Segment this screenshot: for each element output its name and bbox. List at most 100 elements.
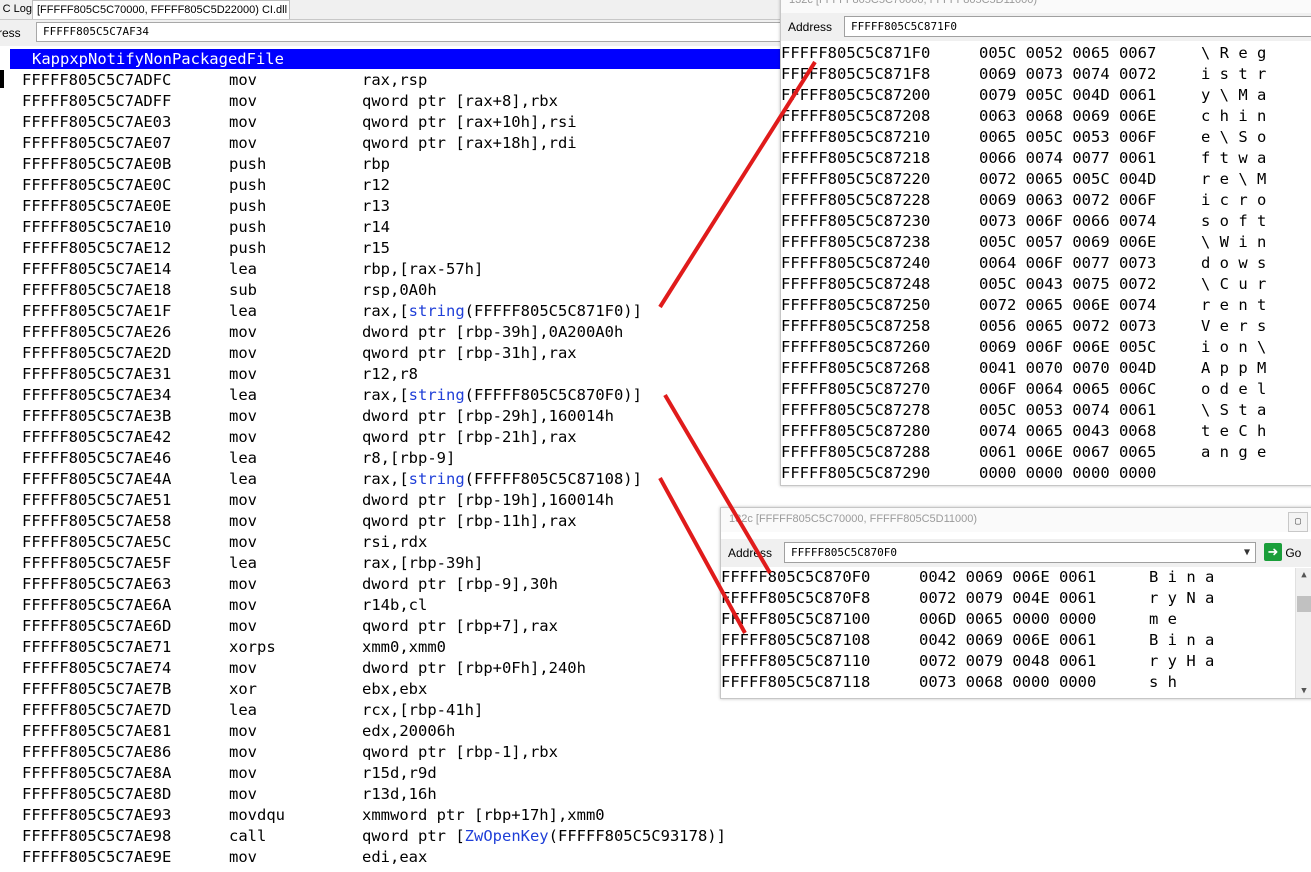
memory-hex-words: 0079 005C 004D 0061 — [979, 86, 1157, 104]
tab-ci-dll[interactable]: [FFFFF805C5C70000, FFFFF805C5D22000) CI.… — [32, 0, 290, 19]
memory-hex-words: 0072 0065 006E 0074 — [979, 296, 1157, 314]
operand-text: rax,[ — [362, 386, 409, 404]
instruction-mnemonic: mov — [229, 134, 257, 152]
memory-address: FFFFF805C5C87248 — [781, 275, 931, 293]
operand-text: dword ptr [rbp-19h],160014h — [362, 491, 614, 509]
operand-text: rbp,[rax-57h] — [362, 260, 484, 278]
memory-address: FFFFF805C5C87210 — [781, 128, 931, 146]
instruction-mnemonic: mov — [229, 71, 257, 89]
memory-hex-words: 0056 0065 0072 0073 — [979, 317, 1157, 335]
operand-text: r12 — [362, 176, 390, 194]
symbol-link[interactable]: string — [409, 470, 465, 488]
instruction-mnemonic: mov — [229, 743, 257, 761]
operand-text: dword ptr [rbp+0Fh],240h — [362, 659, 586, 677]
current-line-marker — [0, 70, 4, 88]
memory-ascii: f t w a — [1201, 149, 1267, 167]
instruction-operands: dword ptr [rbp-39h],0A200A0h — [362, 322, 623, 343]
scrollbar-thumb[interactable] — [1297, 596, 1311, 612]
operand-text: r15 — [362, 239, 390, 257]
instruction-operands: dword ptr [rbp-19h],160014h — [362, 490, 614, 511]
memory-hex-words: 005C 0057 0069 006E — [979, 233, 1157, 251]
instruction-operands: qword ptr [rbp-21h],rax — [362, 427, 577, 448]
memory-hex-words: 006D 0065 0000 0000 — [919, 610, 1097, 628]
instruction-mnemonic: mov — [229, 785, 257, 803]
vertical-scrollbar[interactable]: ▲ ▼ — [1295, 568, 1311, 698]
memory-address: FFFFF805C5C87238 — [781, 233, 931, 251]
operand-text: dword ptr [rbp-29h],160014h — [362, 407, 614, 425]
instruction-operands: r14 — [362, 217, 390, 238]
memory-hex-words: 0061 006E 0067 0065 — [979, 443, 1157, 461]
go-button[interactable]: ➜ Go — [1264, 543, 1301, 563]
memory-address-input[interactable]: FFFFF805C5C871F0 ▼ — [844, 16, 1311, 37]
instruction-operands: dword ptr [rbp-9],30h — [362, 574, 558, 595]
instruction-mnemonic: sub — [229, 281, 257, 299]
scroll-up-icon[interactable]: ▲ — [1296, 568, 1311, 582]
operand-text: dword ptr [rbp-39h],0A200A0h — [362, 323, 624, 341]
memory-address: FFFFF805C5C87260 — [781, 338, 931, 356]
memory-address: FFFFF805C5C87108 — [721, 631, 871, 649]
operand-text: qword ptr [rbp-11h],rax — [362, 512, 577, 530]
memory-address-input[interactable]: FFFFF805C5C870F0 ▼ — [784, 542, 1256, 563]
memory-ascii: a n g e — [1201, 443, 1267, 461]
scroll-down-icon[interactable]: ▼ — [1296, 684, 1311, 698]
instruction-mnemonic: mov — [229, 764, 257, 782]
instruction-address: FFFFF805C5C7AE1F — [22, 302, 172, 320]
operand-text: qword ptr [rbp+7],rax — [362, 617, 558, 635]
disassembly-view[interactable]: KappxpNotifyNonPackagedFile FFFFF805C5C7… — [0, 48, 780, 872]
go-arrow-icon: ➜ — [1264, 543, 1282, 561]
close-icon[interactable]: ▢ — [1288, 512, 1308, 532]
memory-address-value: FFFFF805C5C870F0 — [791, 546, 897, 559]
instruction-operands: ebx,ebx — [362, 679, 427, 700]
operand-text: rbp — [362, 155, 390, 173]
memory-ascii: A p p M — [1201, 359, 1267, 377]
memory-ascii: m e — [1149, 610, 1177, 628]
instruction-mnemonic: lea — [229, 449, 257, 467]
instruction-mnemonic: mov — [229, 365, 257, 383]
instruction-mnemonic: push — [229, 155, 267, 173]
address-input[interactable]: FFFFF805C5C7AF34 — [36, 22, 796, 42]
instruction-address: FFFFF805C5C7AE6D — [22, 617, 172, 635]
instruction-mnemonic: lea — [229, 302, 257, 320]
instruction-operands: qword ptr [rax+10h],rsi — [362, 112, 577, 133]
instruction-address: FFFFF805C5C7AE31 — [22, 365, 172, 383]
symbol-link[interactable]: string — [409, 302, 465, 320]
operand-suffix: (FFFFF805C5C87108)] — [464, 470, 642, 488]
instruction-operands: dword ptr [rbp-29h],160014h — [362, 406, 614, 427]
memory-hex-words: 0069 0063 0072 006F — [979, 191, 1157, 209]
instruction-address: FFFFF805C5C7AE42 — [22, 428, 172, 446]
instruction-mnemonic: mov — [229, 617, 257, 635]
symbol-link[interactable]: ZwOpenKey — [465, 827, 549, 845]
memory-window-registry[interactable]: 132c [FFFFF805C5C70000, FFFFF805C5D11000… — [780, 0, 1311, 486]
memory-window-title: 132c [FFFFF805C5C70000, FFFFF805C5D11000… — [781, 0, 1311, 13]
instruction-operands: r12,r8 — [362, 364, 418, 385]
instruction-operands: qword ptr [rax+8],rbx — [362, 91, 558, 112]
instruction-mnemonic: mov — [229, 659, 257, 677]
chevron-down-icon[interactable]: ▼ — [1307, 17, 1311, 36]
instruction-operands: r8,[rbp-9] — [362, 448, 455, 469]
instruction-mnemonic: lea — [229, 386, 257, 404]
instruction-operands: edx,20006h — [362, 721, 455, 742]
instruction-operands: rcx,[rbp-41h] — [362, 700, 483, 721]
memory-ascii: r y N a — [1149, 589, 1215, 607]
instruction-operands: qword ptr [rbp-31h],rax — [362, 343, 577, 364]
instruction-mnemonic: call — [229, 827, 267, 845]
memory-hex-words: 0042 0069 006E 0061 — [919, 568, 1097, 586]
chevron-down-icon[interactable]: ▼ — [1239, 543, 1255, 562]
instruction-mnemonic: mov — [229, 575, 257, 593]
memory-ascii: o d e l — [1201, 380, 1267, 398]
instruction-operands: qword ptr [rbp-11h],rax — [362, 511, 577, 532]
instruction-address: FFFFF805C5C7AE14 — [22, 260, 172, 278]
instruction-operands: rax,rsp — [362, 70, 427, 91]
instruction-address: FFFFF805C5C7AE7B — [22, 680, 172, 698]
operand-text: qword ptr [rax+8],rbx — [362, 92, 558, 110]
memory-address: FFFFF805C5C87110 — [721, 652, 871, 670]
symbol-link[interactable]: string — [409, 386, 465, 404]
memory-ascii: y \ M a — [1201, 86, 1267, 104]
memory-hex-words: 0073 0068 0000 0000 — [919, 673, 1097, 691]
go-label: Go — [1285, 546, 1302, 560]
memory-window-binary-strings[interactable]: 132c [FFFFF805C5C70000, FFFFF805C5D11000… — [720, 507, 1311, 699]
operand-text: rax,[ — [362, 302, 409, 320]
instruction-operands: xmm0,xmm0 — [362, 637, 446, 658]
instruction-address: FFFFF805C5C7AE2D — [22, 344, 172, 362]
operand-text: rax,rsp — [362, 71, 428, 89]
